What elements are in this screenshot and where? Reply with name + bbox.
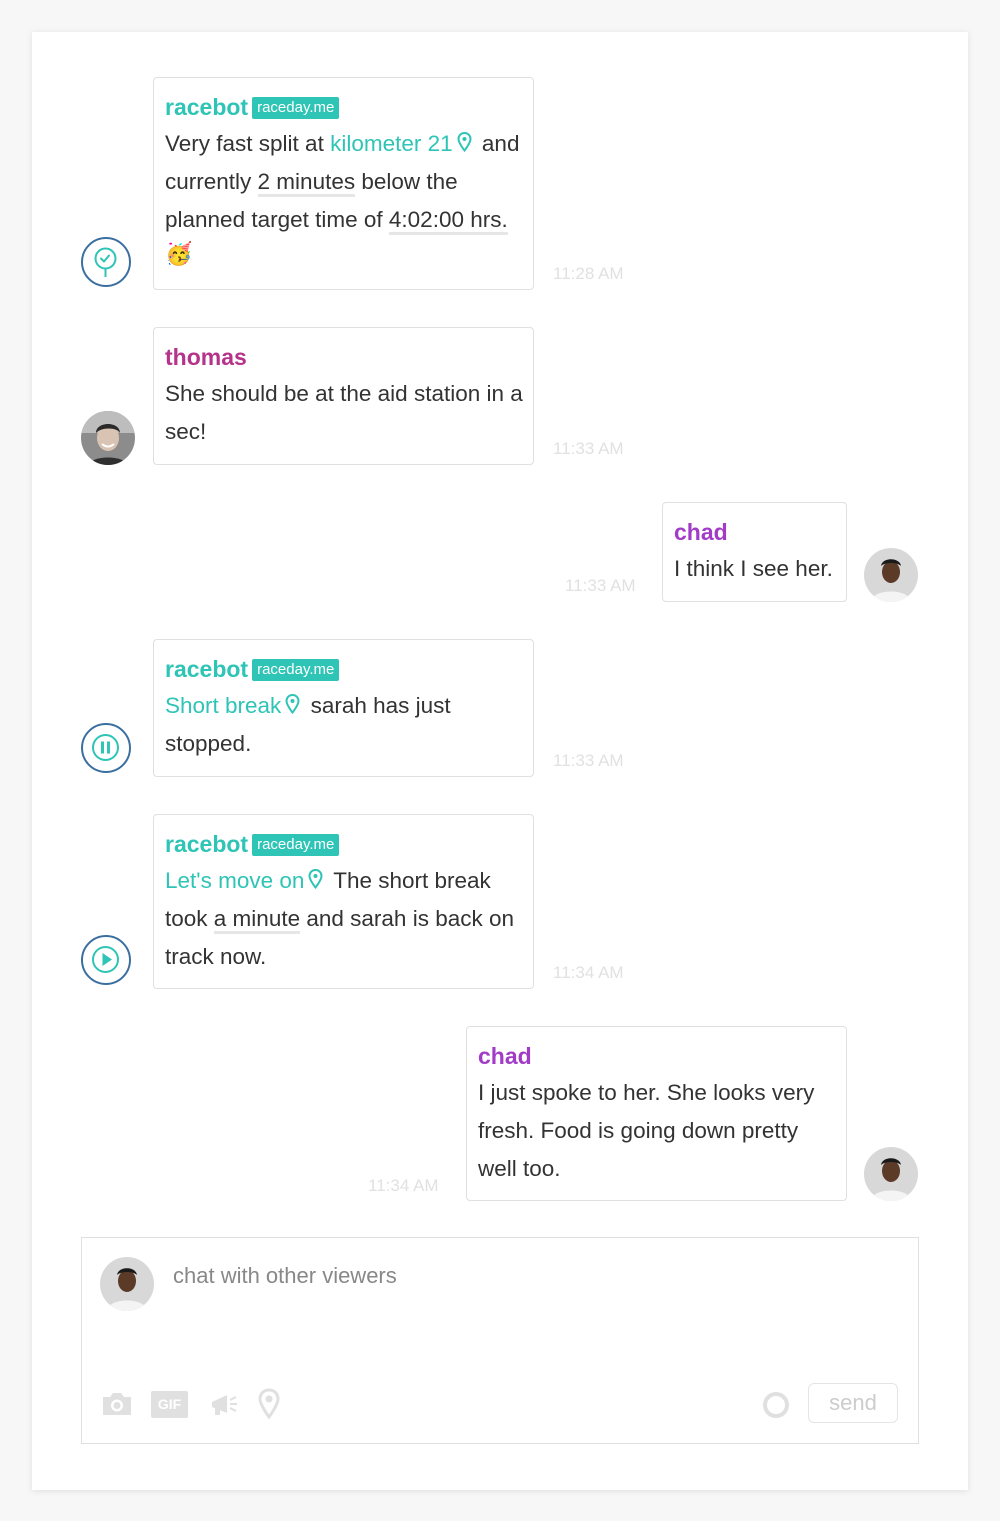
message-bubble-thomas: thomas She should be at the aid station … bbox=[153, 327, 534, 465]
message-text: She should be at the aid station in a se… bbox=[165, 381, 523, 444]
source-badge: raceday.me bbox=[252, 659, 340, 681]
target-time: 4:02:00 hrs. bbox=[388, 207, 508, 235]
author-name: racebot raceday.me bbox=[165, 829, 523, 859]
avatar-chad bbox=[864, 1147, 918, 1201]
location-pin-icon[interactable] bbox=[258, 1388, 280, 1420]
author-name: racebot raceday.me bbox=[165, 654, 523, 684]
author-name: thomas bbox=[165, 344, 247, 370]
megaphone-icon[interactable] bbox=[209, 1391, 239, 1419]
message-text: I think I see her. bbox=[674, 556, 833, 581]
timestamp: 11:33 AM bbox=[553, 751, 624, 770]
pause-icon bbox=[81, 723, 131, 773]
record-icon[interactable] bbox=[762, 1391, 790, 1419]
message-text: Let's move on The short break took a min… bbox=[165, 868, 515, 969]
message-composer: chat with other viewers GIF send bbox=[81, 1237, 919, 1444]
avatar-current-user bbox=[100, 1257, 154, 1311]
message-bubble-racebot: racebot raceday.me Let's move on The shor… bbox=[153, 814, 534, 989]
timestamp: 11:33 AM bbox=[553, 439, 624, 458]
location-link[interactable]: Let's move on bbox=[165, 868, 327, 893]
message-text: Very fast split at kilometer 21 and curr… bbox=[165, 125, 523, 239]
message-bubble-racebot: racebot raceday.me Very fast split at kil… bbox=[153, 77, 534, 290]
author-name: chad bbox=[674, 519, 728, 545]
message-text: I just spoke to her. She looks very fres… bbox=[478, 1080, 815, 1181]
location-link[interactable]: kilometer 21 bbox=[330, 131, 476, 156]
timestamp: 11:28 AM bbox=[553, 264, 624, 283]
gif-icon[interactable]: GIF bbox=[151, 1391, 188, 1418]
timestamp: 11:33 AM bbox=[565, 576, 636, 595]
time-difference: 2 minutes bbox=[257, 169, 356, 197]
send-button[interactable]: send bbox=[808, 1383, 898, 1423]
avatar-chad bbox=[864, 548, 918, 602]
location-link[interactable]: Short break bbox=[165, 693, 304, 718]
location-pin-icon bbox=[285, 694, 300, 714]
author-name: chad bbox=[478, 1043, 532, 1069]
avatar-thomas bbox=[81, 411, 135, 465]
message-text: Short break sarah has just stopped. bbox=[165, 693, 451, 756]
author-name: racebot raceday.me bbox=[165, 92, 523, 122]
party-emoji: 🥳 bbox=[165, 241, 193, 266]
break-duration: a minute bbox=[213, 906, 301, 934]
location-pin-icon bbox=[457, 132, 472, 152]
location-pin-icon bbox=[308, 869, 323, 889]
play-icon bbox=[81, 935, 131, 985]
message-bubble-chad: chad I just spoke to her. She looks very… bbox=[466, 1026, 847, 1201]
message-bubble-chad: chad I think I see her. bbox=[662, 502, 847, 602]
timestamp: 11:34 AM bbox=[368, 1176, 439, 1195]
timestamp: 11:34 AM bbox=[553, 963, 624, 982]
source-badge: raceday.me bbox=[252, 834, 340, 856]
pin-check-icon bbox=[81, 237, 131, 287]
source-badge: raceday.me bbox=[252, 97, 340, 119]
message-bubble-racebot: racebot raceday.me Short break sarah has … bbox=[153, 639, 534, 777]
chat-input[interactable]: chat with other viewers bbox=[173, 1263, 397, 1289]
camera-icon[interactable] bbox=[100, 1390, 134, 1418]
